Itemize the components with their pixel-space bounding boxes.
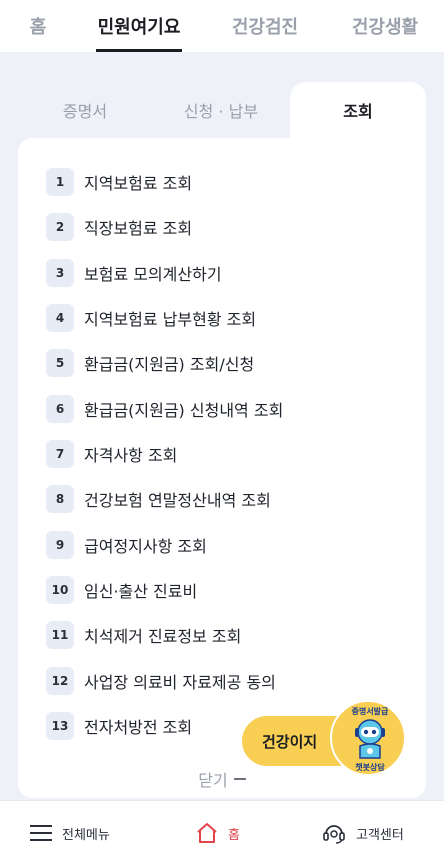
- chatbot-badge-bottom-text: 챗봇상담: [355, 763, 385, 772]
- tab-civil-service[interactable]: 민원여기요: [96, 0, 182, 52]
- close-label: 닫기: [198, 771, 228, 790]
- customer-center-label: 고객센터: [356, 827, 404, 843]
- item-number: 8: [46, 485, 74, 513]
- item-label: 직장보험료 조회: [84, 219, 193, 238]
- subtab-certificate[interactable]: 증명서: [18, 82, 152, 138]
- item-label: 자격사항 조회: [84, 446, 178, 465]
- list-item[interactable]: 7 자격사항 조회: [46, 439, 177, 469]
- tab-healthy-life[interactable]: 건강생활: [340, 0, 430, 52]
- robot-icon: [355, 719, 385, 759]
- home-label: 홈: [228, 827, 240, 843]
- customer-center-button[interactable]: 고객센터: [322, 819, 404, 847]
- list-item[interactable]: 9 급여정지사항 조회: [46, 530, 207, 560]
- item-label: 지역보험료 조회: [84, 174, 193, 193]
- list-item[interactable]: 13 전자처방전 조회: [46, 711, 192, 741]
- item-number: 4: [46, 304, 74, 332]
- list-item[interactable]: 3 보험료 모의계산하기: [46, 258, 222, 288]
- item-number: 2: [46, 213, 74, 241]
- all-menu-label: 전체메뉴: [62, 827, 110, 843]
- subtab-apply-pay[interactable]: 신청 · 납부: [152, 82, 290, 138]
- item-label: 환급금(지원금) 신청내역 조회: [84, 401, 284, 420]
- inquiry-card: 1 지역보험료 조회 2 직장보험료 조회 3 보험료 모의계산하기 4 지역보…: [18, 138, 426, 798]
- all-menu-button[interactable]: 전체메뉴: [30, 819, 110, 847]
- hamburger-icon: [30, 825, 52, 841]
- list-item[interactable]: 11 치석제거 진료정보 조회: [46, 620, 241, 650]
- item-label: 사업장 의료비 자료제공 동의: [84, 673, 276, 692]
- subtab-inquiry[interactable]: 조회: [290, 82, 426, 138]
- item-number: 13: [46, 712, 74, 740]
- item-number: 6: [46, 395, 74, 423]
- item-label: 임신·출산 진료비: [84, 582, 198, 601]
- list-item[interactable]: 4 지역보험료 납부현황 조회: [46, 303, 256, 333]
- chatbot-pill-label: 건강이지: [262, 732, 318, 751]
- item-label: 보험료 모의계산하기: [84, 265, 222, 284]
- item-label: 건강보험 연말정산내역 조회: [84, 491, 271, 510]
- item-number: 10: [46, 576, 74, 604]
- chatbot-floating-button[interactable]: 건강이지 증명서발급 챗봇상담: [242, 700, 406, 780]
- item-number: 9: [46, 531, 74, 559]
- list-item[interactable]: 8 건강보험 연말정산내역 조회: [46, 484, 271, 514]
- top-nav: 홈 민원여기요 건강검진 건강생활: [0, 0, 444, 52]
- item-label: 치석제거 진료정보 조회: [84, 627, 242, 646]
- list-item[interactable]: 12 사업장 의료비 자료제공 동의: [46, 666, 276, 696]
- item-number: 1: [46, 168, 74, 196]
- item-label: 환급금(지원금) 조회/신청: [84, 355, 255, 374]
- list-item[interactable]: 5 환급금(지원금) 조회/신청: [46, 348, 254, 378]
- item-label: 전자처방전 조회: [84, 718, 193, 737]
- item-number: 7: [46, 440, 74, 468]
- sub-tabs: 증명서 신청 · 납부 조회: [18, 82, 426, 138]
- bottom-bar: 전체메뉴 홈 고객센터: [0, 800, 444, 860]
- list-item[interactable]: 10 임신·출산 진료비: [46, 575, 197, 605]
- item-number: 3: [46, 259, 74, 287]
- tab-health-checkup[interactable]: 건강검진: [220, 0, 310, 52]
- home-icon: [197, 823, 217, 843]
- list-item[interactable]: 6 환급금(지원금) 신청내역 조회: [46, 394, 283, 424]
- item-number: 5: [46, 349, 74, 377]
- item-number: 12: [46, 667, 74, 695]
- list-item[interactable]: 2 직장보험료 조회: [46, 212, 192, 242]
- item-label: 지역보험료 납부현황 조회: [84, 310, 257, 329]
- home-button[interactable]: 홈: [196, 819, 240, 847]
- list-item[interactable]: 1 지역보험료 조회: [46, 167, 192, 197]
- item-label: 급여정지사항 조회: [84, 537, 207, 556]
- item-number: 11: [46, 621, 74, 649]
- headset-icon: [323, 825, 345, 844]
- chatbot-badge[interactable]: 증명서발급 챗봇상담: [330, 700, 406, 776]
- tab-home[interactable]: 홈: [18, 0, 58, 52]
